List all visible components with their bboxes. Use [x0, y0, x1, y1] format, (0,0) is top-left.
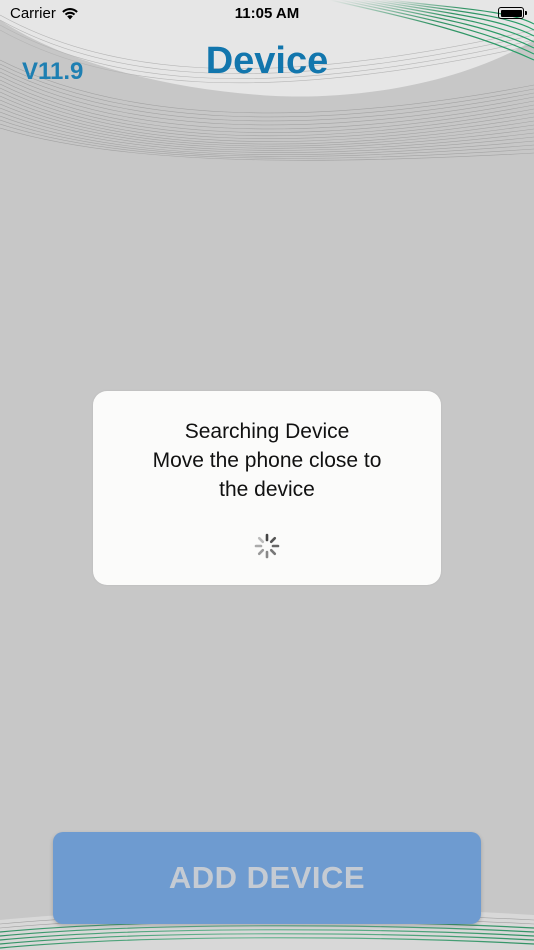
page-title: Device	[205, 40, 329, 82]
dialog-message-line-2: Move the phone close to	[152, 449, 382, 472]
add-device-button[interactable]: ADD DEVICE	[53, 832, 481, 924]
dialog-message-line-3: the device	[219, 478, 315, 501]
dialog-message-line-1: Searching Device	[184, 420, 350, 443]
app-screen: Carrier 11:05 AM V11.9 Device Searching …	[0, 0, 534, 950]
status-bar: Carrier 11:05 AM	[0, 0, 534, 28]
battery-level-fill	[500, 9, 522, 17]
loading-spinner-icon	[254, 533, 280, 559]
searching-device-dialog: Searching Device Move the phone close to…	[93, 391, 441, 585]
status-time: 11:05 AM	[234, 5, 300, 22]
dialog-message: Searching Device Move the phone close to…	[93, 417, 441, 504]
battery-icon	[498, 7, 527, 19]
